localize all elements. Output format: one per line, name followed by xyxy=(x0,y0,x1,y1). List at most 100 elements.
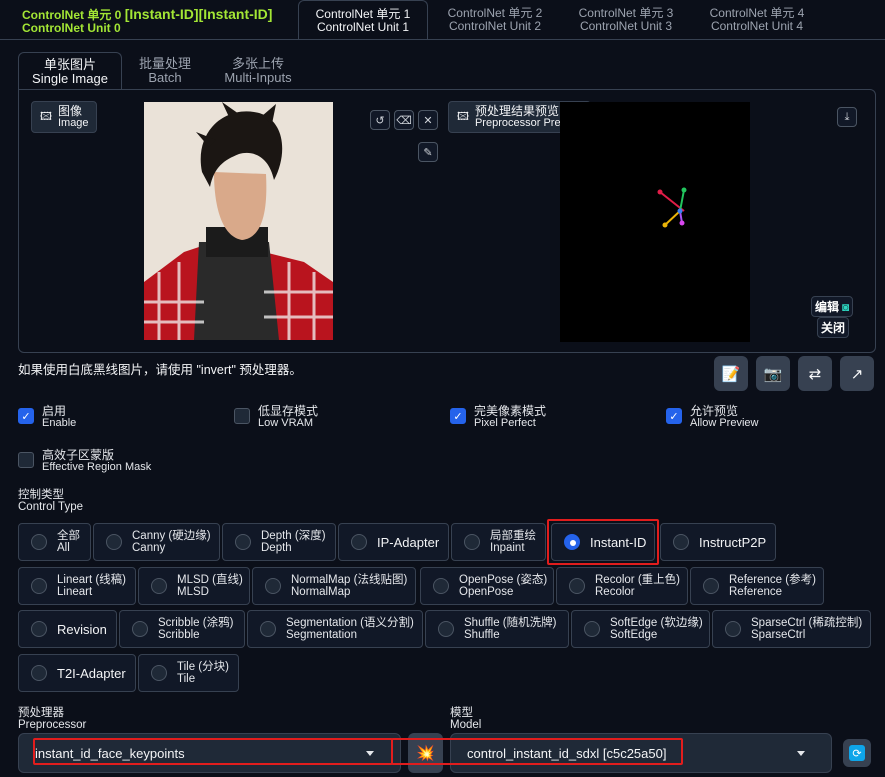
chevron-down-icon xyxy=(797,751,805,756)
checkbox-label-zh: 完美像素模式 xyxy=(474,404,547,418)
radio-dot xyxy=(265,578,281,594)
refresh-models-button[interactable]: ⟳ xyxy=(843,739,871,767)
option-en: SparseCtrl xyxy=(751,629,806,641)
document-icon[interactable]: 📝 xyxy=(714,356,748,391)
tab-label-en: ControlNet Unit 1 xyxy=(316,19,410,34)
edit-button[interactable]: 编辑 ◙ xyxy=(811,296,854,317)
close-icon[interactable]: ✕ xyxy=(418,110,438,130)
close-button[interactable]: 关闭 xyxy=(817,317,850,338)
tab-controlnet-unit-3[interactable]: ControlNet 单元 3 ControlNet Unit 3 xyxy=(563,0,689,40)
control-type-segmentation[interactable]: Segmentation (语义分割) Segmentation xyxy=(247,610,423,648)
check-icon: ✓ xyxy=(450,408,466,424)
label-en: Preprocessor xyxy=(18,719,87,731)
control-type-all[interactable]: 全部 All xyxy=(18,523,91,561)
label-en: Image xyxy=(57,117,89,129)
checkbox-label-en: Low VRAM xyxy=(258,417,314,429)
highlight-model xyxy=(391,738,683,765)
option-zh: Recolor (重上色) xyxy=(595,574,680,586)
option-zh: Canny (硬边缘) xyxy=(132,530,211,542)
control-type-instructp2p[interactable]: InstructP2P xyxy=(660,523,776,561)
send-up-icon[interactable]: ↗ xyxy=(840,356,874,391)
invert-hint: 如果使用白底黑线图片，请使用 "invert" 预处理器。 xyxy=(18,363,302,377)
control-type-normalmap[interactable]: NormalMap (法线贴图) NormalMap xyxy=(252,567,416,605)
option-en: Lineart xyxy=(57,586,93,598)
checkbox-label-zh: 启用 xyxy=(42,404,67,418)
tab-controlnet-unit-2[interactable]: ControlNet 单元 2 ControlNet Unit 2 xyxy=(432,0,558,40)
option-zh: Segmentation (语义分割) xyxy=(286,617,414,629)
tab-label-zh: 单张图片 xyxy=(43,56,96,72)
tab-controlnet-unit-0[interactable]: ControlNet 单元 0 [Instant-ID][Instant-ID]… xyxy=(0,0,294,40)
control-type-scribble[interactable]: Scribble (涂鸦) Scribble xyxy=(119,610,245,648)
radio-dot xyxy=(703,578,719,594)
low-vram-checkbox[interactable]: 低显存模式 Low VRAM xyxy=(234,405,318,429)
input-image[interactable] xyxy=(144,102,333,340)
eraser-icon[interactable]: ⌫ xyxy=(394,110,414,130)
control-type-label: 控制类型 Control Type xyxy=(18,489,83,513)
control-type-lineart[interactable]: Lineart (线稿) Lineart xyxy=(18,567,136,605)
control-type-revision[interactable]: Revision xyxy=(18,610,117,648)
download-icon[interactable]: ⤓ xyxy=(837,107,857,127)
radio-dot xyxy=(673,534,689,550)
tab-multi-inputs[interactable]: 多张上传 Multi-Inputs xyxy=(214,52,302,90)
radio-dot xyxy=(132,621,148,637)
control-type-reference[interactable]: Reference (参考) Reference xyxy=(690,567,824,605)
edit-icon: ◙ xyxy=(842,299,850,314)
control-type-canny[interactable]: Canny (硬边缘) Canny xyxy=(93,523,220,561)
option-zh: 局部重绘 xyxy=(490,530,536,542)
control-type-openpose[interactable]: OpenPose (姿态) OpenPose xyxy=(420,567,554,605)
control-type-ip-adapter[interactable]: IP-Adapter xyxy=(338,523,449,561)
tab-controlnet-unit-4[interactable]: ControlNet 单元 4 ControlNet Unit 4 xyxy=(694,0,820,40)
option-en: All xyxy=(57,542,70,554)
unit0-title: ControlNet 单元 0 xyxy=(22,8,122,22)
option-en: Tile xyxy=(177,673,196,685)
checkbox-label-en: Enable xyxy=(42,417,77,429)
control-type-shuffle[interactable]: Shuffle (随机洗牌) Shuffle xyxy=(425,610,569,648)
radio-dot xyxy=(31,534,47,550)
camera-icon[interactable]: 📷 xyxy=(756,356,790,391)
tab-label-zh: 多张上传 xyxy=(231,56,284,71)
label-zh: 预处理器 xyxy=(18,707,64,719)
tab-controlnet-unit-1[interactable]: ControlNet 单元 1 ControlNet Unit 1 xyxy=(298,0,428,40)
option-zh: SoftEdge (软边缘) xyxy=(610,617,703,629)
control-type-sparsectrl[interactable]: SparseCtrl (稀疏控制) SparseCtrl xyxy=(712,610,871,648)
option-en: NormalMap xyxy=(291,586,351,598)
option-zh: 全部 xyxy=(57,530,80,542)
effective-region-mask-checkbox[interactable]: 高效子区蒙版 Effective Region Mask xyxy=(18,449,151,473)
control-type-tile[interactable]: Tile (分块) Tile xyxy=(138,654,239,692)
control-type-recolor[interactable]: Recolor (重上色) Recolor xyxy=(556,567,688,605)
control-type-depth[interactable]: Depth (深度) Depth xyxy=(222,523,336,561)
radio-dot xyxy=(438,621,454,637)
radio-dot xyxy=(31,621,47,637)
control-type-softedge[interactable]: SoftEdge (软边缘) SoftEdge xyxy=(571,610,710,648)
checkbox-label-en: Effective Region Mask xyxy=(42,461,152,473)
option-en: MLSD xyxy=(177,586,209,598)
enable-checkbox[interactable]: ✓ 启用 Enable xyxy=(18,405,76,429)
control-type-mlsd[interactable]: MLSD (直线) MLSD xyxy=(138,567,250,605)
pixel-perfect-checkbox[interactable]: ✓ 完美像素模式 Pixel Perfect xyxy=(450,405,546,429)
radio-dot xyxy=(569,578,585,594)
allow-preview-checkbox[interactable]: ✓ 允许预览 Allow Preview xyxy=(666,405,758,429)
control-type-t2i-adapter[interactable]: T2I-Adapter xyxy=(18,654,136,692)
label-zh: 图像 xyxy=(57,104,82,118)
radio-dot xyxy=(260,621,276,637)
option-zh: Lineart (线稿) xyxy=(57,574,127,586)
option-zh: Depth (深度) xyxy=(261,530,326,542)
tab-batch[interactable]: 批量处理 Batch xyxy=(126,52,204,90)
portrait-photo xyxy=(144,102,333,340)
brush-icon[interactable]: ✎ xyxy=(418,142,438,162)
radio-dot xyxy=(725,621,741,637)
tab-label-en: ControlNet Unit 3 xyxy=(579,19,673,33)
tab-single-image[interactable]: 单张图片 Single Image xyxy=(18,52,122,90)
option-label: T2I-Adapter xyxy=(57,665,126,681)
option-en: Reference xyxy=(729,586,783,598)
radio-dot xyxy=(433,578,449,594)
control-type-inpaint[interactable]: 局部重绘 Inpaint xyxy=(451,523,546,561)
swap-icon[interactable]: ⇄ xyxy=(798,356,832,391)
rotate-icon[interactable]: ↺ xyxy=(370,110,390,130)
tab-label-en: Multi-Inputs xyxy=(224,70,292,85)
radio-dot xyxy=(464,534,480,550)
highlight-instant-id xyxy=(547,519,659,565)
option-en: SoftEdge xyxy=(610,629,658,641)
option-en: Recolor xyxy=(595,586,635,598)
radio-dot xyxy=(351,534,367,550)
